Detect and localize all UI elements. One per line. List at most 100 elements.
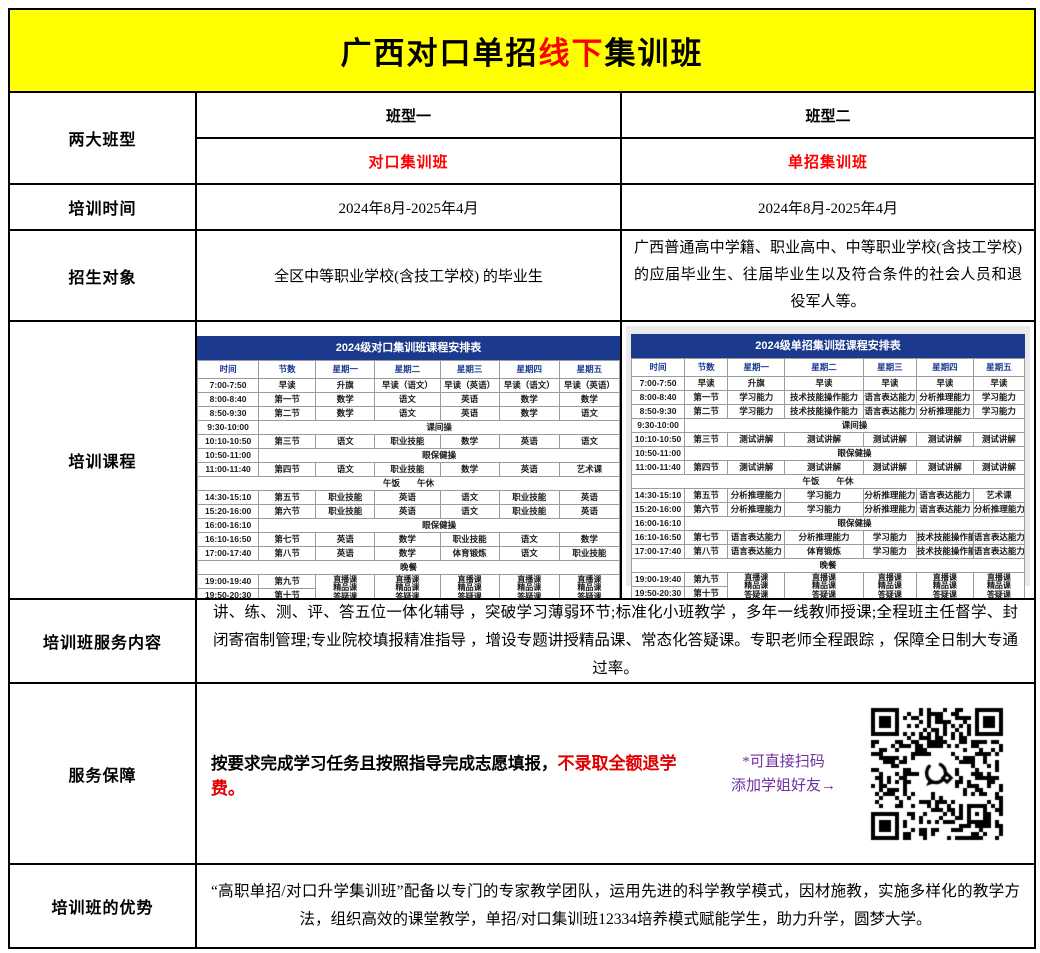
schedule-time-cell: 8:50-9:30 <box>632 405 685 419</box>
schedule-subject-cell: 早读（语文） <box>499 379 559 393</box>
training-time-1: 2024年8月-2025年4月 <box>197 185 620 229</box>
schedule-break-row: 眼保健操 <box>685 517 1025 531</box>
row-label-enrollment: 招生对象 <box>10 231 195 320</box>
schedule-period-cell: 早读 <box>259 379 316 393</box>
schedule-time-cell: 8:00-8:40 <box>198 393 259 407</box>
schedule-break-row: 眼保健操 <box>259 519 620 533</box>
schedule-period-cell: 第八节 <box>259 547 316 561</box>
schedule-grid: 时间节数星期一星期二星期三星期四星期五7:00-7:50早读升旗早读（语文）早读… <box>197 360 620 598</box>
qr-caption-line2: 添加学姐好友→ <box>703 774 864 798</box>
schedule-subject-cell: 语言表达能力 <box>863 405 916 419</box>
schedule-time-cell: 16:00-16:10 <box>632 517 685 531</box>
schedule-time-cell: 15:20-16:00 <box>632 503 685 517</box>
schedule-subject-cell: 分析推理能力 <box>728 489 785 503</box>
schedule-subject-cell: 升旗 <box>728 377 785 391</box>
schedule-subject-cell: 数学 <box>499 393 559 407</box>
schedule-subject-cell: 职业技能 <box>559 547 619 561</box>
schedule-column-header: 星期三 <box>863 359 916 377</box>
schedule-subject-cell: 英语 <box>499 435 559 449</box>
schedule-subject-cell: 学习能力 <box>863 531 916 545</box>
schedule-subject-cell: 语言表达能力 <box>916 489 973 503</box>
schedule-evening-cell: 直播课精品课答疑课 <box>316 575 375 599</box>
schedule-time-cell: 7:00-7:50 <box>632 377 685 391</box>
schedule-period-cell: 第一节 <box>685 391 728 405</box>
schedule-evening-cell: 直播课精品课答疑课 <box>375 575 440 599</box>
schedule-subject-cell: 语言表达能力 <box>863 391 916 405</box>
schedule-time-cell: 10:50-11:00 <box>632 447 685 461</box>
schedule-time-cell: 17:00-17:40 <box>198 547 259 561</box>
row-label-class-types: 两大班型 <box>10 93 195 183</box>
row-label-training-time: 培训时间 <box>10 185 195 229</box>
schedule-time-cell: 19:50-20:30 <box>632 587 685 598</box>
schedule-period-cell: 第四节 <box>685 461 728 475</box>
page-title: 广西对口单招线下集训班 <box>341 28 704 73</box>
schedule-subject-cell: 职业技能 <box>440 533 499 547</box>
advantages-text: “高职单招/对口升学集训班”配备以专门的专家教学团队，运用先进的科学教学模式，因… <box>197 865 1034 947</box>
schedule-subject-cell: 学习能力 <box>973 391 1024 405</box>
enrollment-target-2: 广西普通高中学籍、职业高中、中等职业学校(含技工学校) 的应届毕业生、往届毕业生… <box>622 231 1034 320</box>
schedule-period-cell: 第六节 <box>685 503 728 517</box>
schedule-time-cell: 19:00-19:40 <box>198 575 259 589</box>
schedule-break-row: 晚餐 <box>198 561 620 575</box>
schedule-subject-cell: 数学 <box>316 407 375 421</box>
schedule-evening-cell: 直播课精品课答疑课 <box>499 575 559 599</box>
schedule-evening-cell: 直播课精品课答疑课 <box>440 575 499 599</box>
schedule-subject-cell: 早读 <box>973 377 1024 391</box>
schedule-subject-cell: 语文 <box>316 463 375 477</box>
schedule-time-cell: 14:30-15:10 <box>198 491 259 505</box>
schedule-subject-cell: 学习能力 <box>728 405 785 419</box>
schedule-subject-cell: 数学 <box>316 393 375 407</box>
schedule-subject-cell: 测试讲解 <box>916 433 973 447</box>
schedule-subject-cell: 升旗 <box>316 379 375 393</box>
schedule-subject-cell: 分析推理能力 <box>973 503 1024 517</box>
schedule-time-cell: 11:00-11:40 <box>198 463 259 477</box>
schedule-grid: 时间节数星期一星期二星期三星期四星期五7:00-7:50早读升旗早读早读早读早读… <box>631 358 1025 598</box>
schedule-period-cell: 第九节 <box>685 573 728 587</box>
schedule-subject-cell: 测试讲解 <box>728 461 785 475</box>
schedule-time-cell: 10:10-10:50 <box>198 435 259 449</box>
class-type-1-name: 对口集训班 <box>197 139 620 183</box>
row-label-courses: 培训课程 <box>10 322 195 598</box>
schedule-subject-cell: 英语 <box>559 505 619 519</box>
schedule-time-cell: 17:00-17:40 <box>632 545 685 559</box>
schedule-break-row: 课间操 <box>259 421 620 435</box>
schedule-column-header: 星期二 <box>375 361 440 379</box>
schedule-subject-cell: 语文 <box>316 435 375 449</box>
schedule-column-header: 星期五 <box>973 359 1024 377</box>
schedule-table-duikou: 2024级对口集训班课程安排表时间节数星期一星期二星期三星期四星期五7:00-7… <box>197 336 620 598</box>
schedule-subject-cell: 测试讲解 <box>973 461 1024 475</box>
schedule-subject-cell: 早读 <box>916 377 973 391</box>
schedule-subject-cell: 英语 <box>375 505 440 519</box>
schedule-column-header: 节数 <box>685 359 728 377</box>
schedule-period-cell: 第五节 <box>685 489 728 503</box>
schedule-subject-cell: 测试讲解 <box>863 461 916 475</box>
schedule-period-cell: 第三节 <box>685 433 728 447</box>
schedule-evening-cell: 直播课精品课答疑课 <box>728 573 785 599</box>
schedule-period-cell: 第七节 <box>259 533 316 547</box>
schedule-subject-cell: 职业技能 <box>316 491 375 505</box>
schedule-subject-cell: 英语 <box>316 533 375 547</box>
schedule-subject-cell: 职业技能 <box>499 491 559 505</box>
schedule-time-cell: 14:30-15:10 <box>632 489 685 503</box>
row-label-advantages: 培训班的优势 <box>10 865 195 947</box>
schedule-column-header: 星期四 <box>916 359 973 377</box>
guarantee-text-normal: 按要求完成学习任务且按照指导完成志愿填报， <box>211 754 558 773</box>
schedule-time-cell: 16:10-16:50 <box>632 531 685 545</box>
row-label-services: 培训班服务内容 <box>10 600 195 682</box>
schedule-period-cell: 第十节 <box>259 589 316 598</box>
schedule-period-cell: 第二节 <box>685 405 728 419</box>
schedule-time-cell: 10:50-11:00 <box>198 449 259 463</box>
schedule-subject-cell: 职业技能 <box>375 435 440 449</box>
schedule-subject-cell: 技术技能操作能力 <box>916 545 973 559</box>
schedule-table-danzhao: 2024级单招集训班课程安排表时间节数星期一星期二星期三星期四星期五7:00-7… <box>631 334 1025 598</box>
schedule-subject-cell: 分析推理能力 <box>728 503 785 517</box>
schedule-subject-cell: 语文 <box>559 407 619 421</box>
qr-caption: *可直接扫码 添加学姐好友→ <box>703 750 864 798</box>
guarantee-content: 按要求完成学习任务且按照指导完成志愿填报，不录取全额退学费。 *可直接扫码 添加… <box>197 684 1034 863</box>
schedule-subject-cell: 数学 <box>375 547 440 561</box>
schedule-subject-cell: 分析推理能力 <box>863 489 916 503</box>
schedule-subject-cell: 测试讲解 <box>973 433 1024 447</box>
schedule-evening-cell: 直播课精品课答疑课 <box>973 573 1024 599</box>
class-type-2-name: 单招集训班 <box>622 139 1034 183</box>
schedule-time-cell: 15:20-16:00 <box>198 505 259 519</box>
